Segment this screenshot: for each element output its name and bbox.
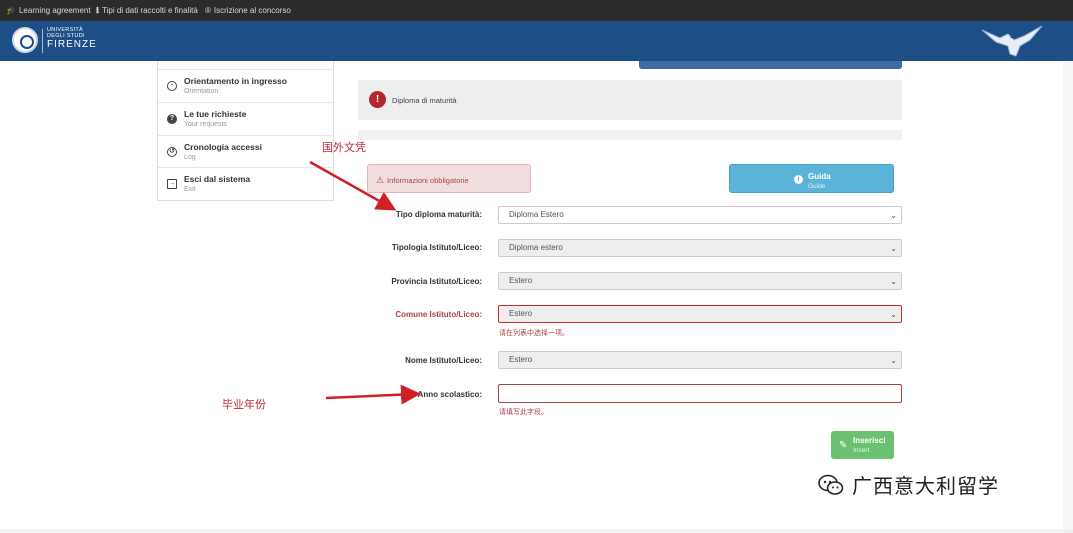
register-icon: ® (205, 6, 211, 15)
school-year-input[interactable] (498, 384, 902, 403)
guide-button[interactable]: i Guida Guide (729, 164, 894, 193)
logo-big-text: FIRENZE (47, 39, 97, 50)
insert-button[interactable]: ✎ Inserisci Insert (831, 431, 894, 459)
panel-title: Diploma di maturità (392, 96, 457, 105)
site-header (0, 21, 1073, 61)
select-institute-type[interactable]: Diploma estero ⌄ (498, 239, 902, 257)
arrow-to-school-year (325, 384, 421, 405)
topbar-link-data-types[interactable]: ℹ Tipi di dati raccolti e finalità (96, 6, 198, 15)
logo-small-text: UNIVERSITÀ DEGLI STUDI (47, 27, 85, 39)
university-logo-text: UNIVERSITÀ DEGLI STUDI FIRENZE (47, 27, 97, 50)
info-circle-icon: i (794, 175, 803, 184)
bottom-edge (0, 529, 1073, 533)
chevron-down-icon: ⌄ (890, 277, 897, 286)
panel-strip (358, 130, 902, 140)
select-province[interactable]: Estero ⌄ (498, 272, 902, 290)
select-municipality[interactable]: Estero ⌄ (498, 305, 902, 323)
question-icon: ? (167, 114, 177, 124)
municipality-error-message: 请在列表中选择一项。 (499, 330, 569, 337)
graduation-cap-icon: 🎓 (6, 6, 16, 15)
select-diploma-type[interactable]: Diploma Estero ⌄ (498, 206, 902, 224)
exit-icon: → (167, 179, 177, 189)
select-institute-name[interactable]: Estero ⌄ (498, 351, 902, 369)
eagle-logo-icon (981, 25, 1043, 57)
university-seal-logo[interactable] (12, 27, 38, 53)
compass-icon: · (167, 81, 177, 91)
school-year-error-message: 请填写此字段。 (499, 409, 548, 416)
chevron-down-icon: ⌄ (890, 244, 897, 253)
chevron-down-icon: ⌄ (890, 310, 897, 319)
annotation-graduation-year: 毕业年份 (222, 398, 266, 411)
annotation-arrows (309, 160, 421, 405)
sidebar-item-requests[interactable]: ? Le tue richieste Your requests (158, 102, 333, 135)
topbar-link-learning-agreement[interactable]: 🎓 Learning agreement (6, 6, 91, 15)
wechat-watermark: 广西意大利留学 (818, 470, 999, 499)
right-page-edge (1063, 61, 1073, 533)
warning-icon: ! (369, 91, 386, 108)
chevron-down-icon: ⌄ (890, 356, 897, 365)
pencil-icon: ✎ (839, 440, 848, 451)
info-icon: ℹ (96, 6, 100, 15)
chevron-down-icon: ⌄ (890, 211, 897, 220)
top-nav-bar: 🎓 Learning agreement ℹ Tipi di dati racc… (0, 0, 1073, 21)
history-icon: ↺ (167, 147, 177, 157)
top-cut-button[interactable] (639, 61, 902, 69)
wechat-icon (818, 474, 844, 495)
logo-divider (42, 29, 43, 53)
sidebar-item-orientation[interactable]: · Orientamento in ingresso Orientation (158, 69, 333, 102)
arrow-to-diploma-type (309, 160, 397, 211)
topbar-link-registration[interactable]: ® Iscrizione al concorso (205, 6, 291, 15)
